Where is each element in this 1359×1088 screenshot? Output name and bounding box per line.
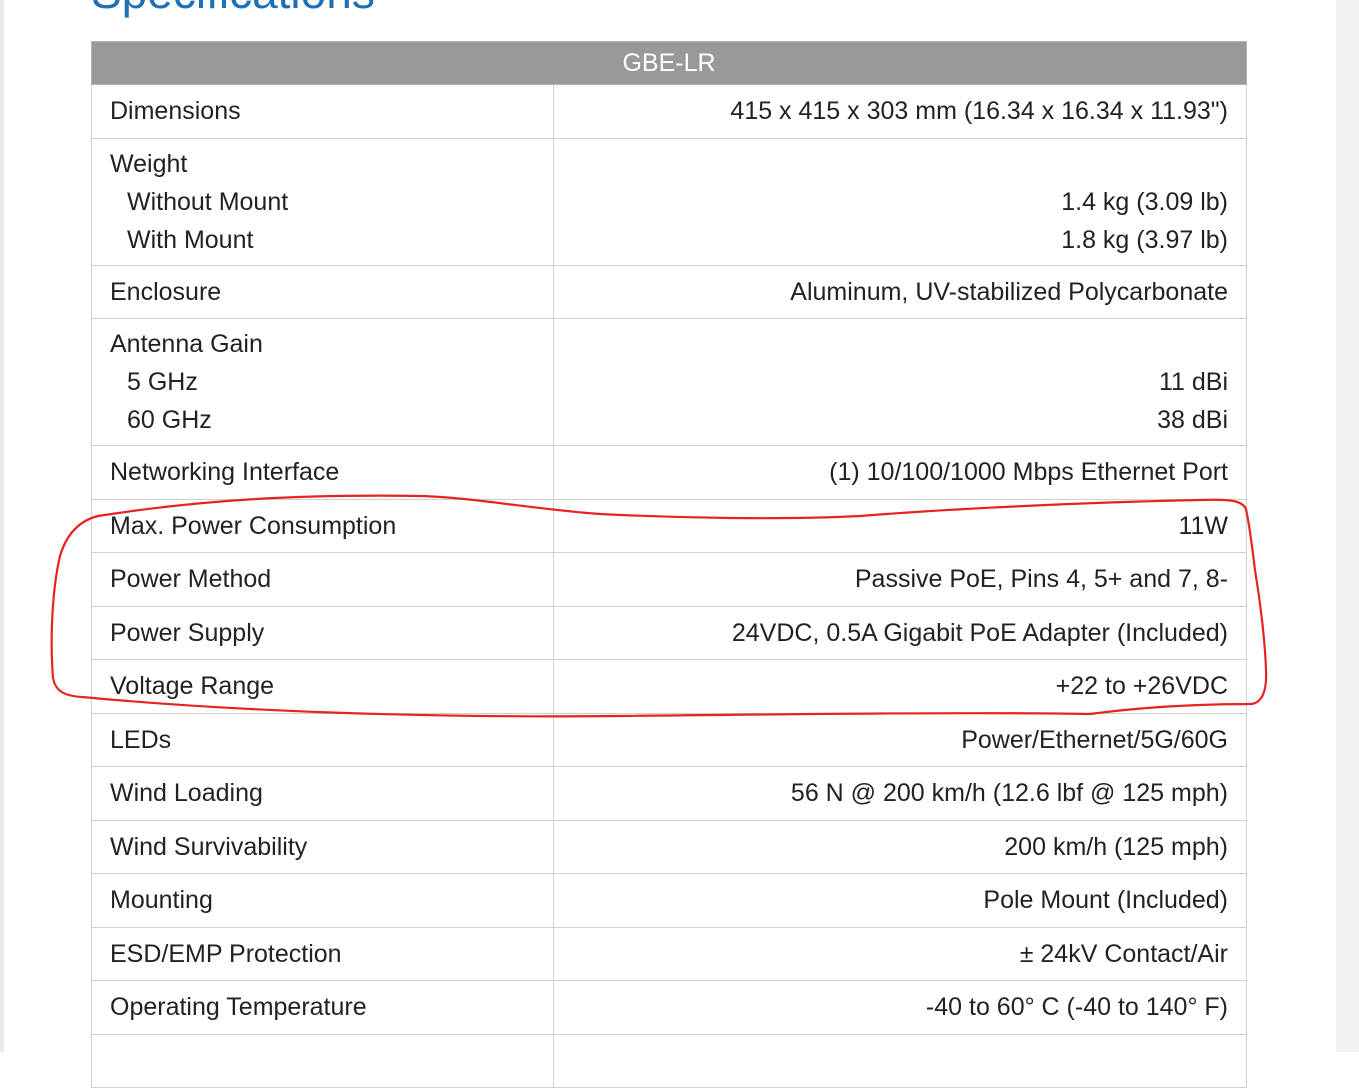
spec-value: 56 N @ 200 km/h (12.6 lbf @ 125 mph) (553, 766, 1247, 821)
spec-label-group: Weight Without Mount With Mount (91, 137, 554, 266)
spec-sublabel: 60 GHz (127, 406, 212, 434)
spec-value: Aluminum, UV-stabilized Polycarbonate (553, 264, 1247, 319)
left-page-edge (0, 0, 4, 1052)
table-row: Voltage Range +22 to +26VDC (91, 659, 1247, 714)
spec-label: Networking Interface (91, 445, 554, 500)
spec-label: Voltage Range (91, 659, 554, 714)
spec-label-group: Antenna Gain 5 GHz 60 GHz (91, 318, 554, 446)
right-scroll-gutter (1336, 0, 1359, 1052)
spec-label: Enclosure (91, 264, 554, 319)
spec-value: Power/Ethernet/5G/60G (553, 712, 1247, 767)
spec-value: (1) 10/100/1000 Mbps Ethernet Port (553, 445, 1247, 500)
spec-value: 11 dBi (1158, 368, 1228, 396)
table-row: Weight Without Mount With Mount 1.4 kg (… (91, 137, 1247, 266)
spec-value: Pole Mount (Included) (553, 873, 1247, 928)
table-row-partial (91, 1033, 1247, 1088)
spec-label: Antenna Gain (110, 330, 263, 358)
spec-sublabel: 5 GHz (127, 368, 198, 396)
spec-label: Wind Survivability (91, 819, 554, 874)
spec-label: LEDs (91, 712, 554, 767)
table-row: Wind Survivability 200 km/h (125 mph) (91, 819, 1247, 874)
spec-label: Operating Temperature (91, 980, 554, 1035)
spec-sublabel: With Mount (127, 225, 254, 254)
spec-value: 200 km/h (125 mph) (553, 819, 1247, 874)
page-heading: Specifications (91, 0, 375, 17)
spec-value (553, 1033, 1247, 1088)
spec-label: Weight (110, 149, 188, 178)
spec-value: 1.8 kg (3.97 lb) (1061, 225, 1228, 254)
table-row: Mounting Pole Mount (Included) (91, 873, 1247, 928)
table-row: Dimensions 415 x 415 x 303 mm (16.34 x 1… (91, 84, 1247, 139)
table-row: Operating Temperature -40 to 60° C (-40 … (91, 980, 1247, 1035)
spec-value: ± 24kV Contact/Air (553, 926, 1247, 981)
table-row: ESD/EMP Protection ± 24kV Contact/Air (91, 926, 1247, 981)
spec-label: Power Method (91, 552, 554, 607)
spec-value: 415 x 415 x 303 mm (16.34 x 16.34 x 11.9… (553, 84, 1247, 139)
spec-label (91, 1033, 554, 1088)
table-row: Max. Power Consumption 11W (91, 498, 1247, 553)
table-row: Antenna Gain 5 GHz 60 GHz 11 dBi 38 dBi (91, 318, 1247, 446)
model-header: GBE-LR (91, 41, 1247, 85)
spec-sublabel: Without Mount (127, 187, 289, 216)
spec-label: ESD/EMP Protection (91, 926, 554, 981)
table-row: Power Supply 24VDC, 0.5A Gigabit PoE Ada… (91, 605, 1247, 660)
table-header-row: GBE-LR (91, 41, 1247, 85)
table-row: Enclosure Aluminum, UV-stabilized Polyca… (91, 264, 1247, 319)
table-row: Networking Interface (1) 10/100/1000 Mbp… (91, 445, 1247, 500)
spec-value: 38 dBi (1157, 406, 1228, 434)
spec-value: -40 to 60° C (-40 to 140° F) (553, 980, 1247, 1035)
spec-value: 24VDC, 0.5A Gigabit PoE Adapter (Include… (553, 605, 1247, 660)
spec-label: Wind Loading (91, 766, 554, 821)
table-row: LEDs Power/Ethernet/5G/60G (91, 712, 1247, 767)
spec-value: Passive PoE, Pins 4, 5+ and 7, 8- (553, 552, 1247, 607)
spec-label: Mounting (91, 873, 554, 928)
spec-label: Power Supply (91, 605, 554, 660)
spec-value: 1.4 kg (3.09 lb) (1061, 187, 1228, 216)
table-row: Wind Loading 56 N @ 200 km/h (12.6 lbf @… (91, 766, 1247, 821)
spec-label: Max. Power Consumption (91, 498, 554, 553)
table-row: Power Method Passive PoE, Pins 4, 5+ and… (91, 552, 1247, 607)
spec-value-group: 11 dBi 38 dBi (553, 318, 1247, 446)
spec-label: Dimensions (91, 84, 554, 139)
specifications-table: GBE-LR Dimensions 415 x 415 x 303 mm (16… (91, 41, 1247, 1088)
spec-value: 11W (553, 498, 1247, 553)
spec-value: +22 to +26VDC (553, 659, 1247, 714)
spec-value-group: 1.4 kg (3.09 lb) 1.8 kg (3.97 lb) (553, 137, 1247, 266)
